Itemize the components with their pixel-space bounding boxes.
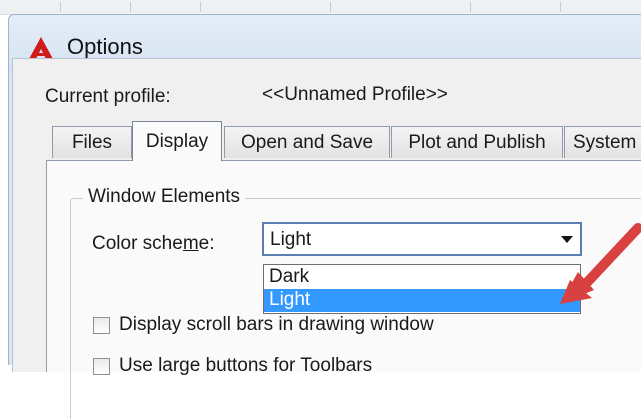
option-light[interactable]: Light xyxy=(264,289,580,312)
tab-system[interactable]: System xyxy=(564,126,641,158)
current-profile-label: Current profile: xyxy=(45,86,171,107)
color-scheme-combobox[interactable]: Light xyxy=(262,222,582,256)
option-dark[interactable]: Dark xyxy=(264,266,580,289)
large-buttons-option[interactable]: Use large buttons for Toolbars xyxy=(93,355,372,377)
color-scheme-dropdown: Dark Light xyxy=(263,264,581,314)
scroll-bars-checkbox[interactable] xyxy=(93,316,110,334)
color-scheme-label: Color scheme: xyxy=(92,233,215,254)
current-profile-value: <<Unnamed Profile>> xyxy=(262,84,448,105)
color-scheme-selected: Light xyxy=(270,229,312,250)
tab-plot-and-publish[interactable]: Plot and Publish xyxy=(391,126,563,158)
tab-display[interactable]: Display xyxy=(132,121,222,161)
scroll-bars-label: Display scroll bars in drawing window xyxy=(119,314,434,335)
red-pointer-arrow-icon xyxy=(560,223,641,304)
background-app-strip xyxy=(0,0,641,15)
window-title: Options xyxy=(67,34,143,59)
tab-files[interactable]: Files xyxy=(52,126,132,158)
scroll-bars-option[interactable]: Display scroll bars in drawing window xyxy=(93,314,434,336)
window-elements-title: Window Elements xyxy=(83,186,246,208)
autocad-a-icon xyxy=(29,37,53,59)
large-buttons-label: Use large buttons for Toolbars xyxy=(119,355,373,376)
tab-open-and-save[interactable]: Open and Save xyxy=(224,126,390,158)
